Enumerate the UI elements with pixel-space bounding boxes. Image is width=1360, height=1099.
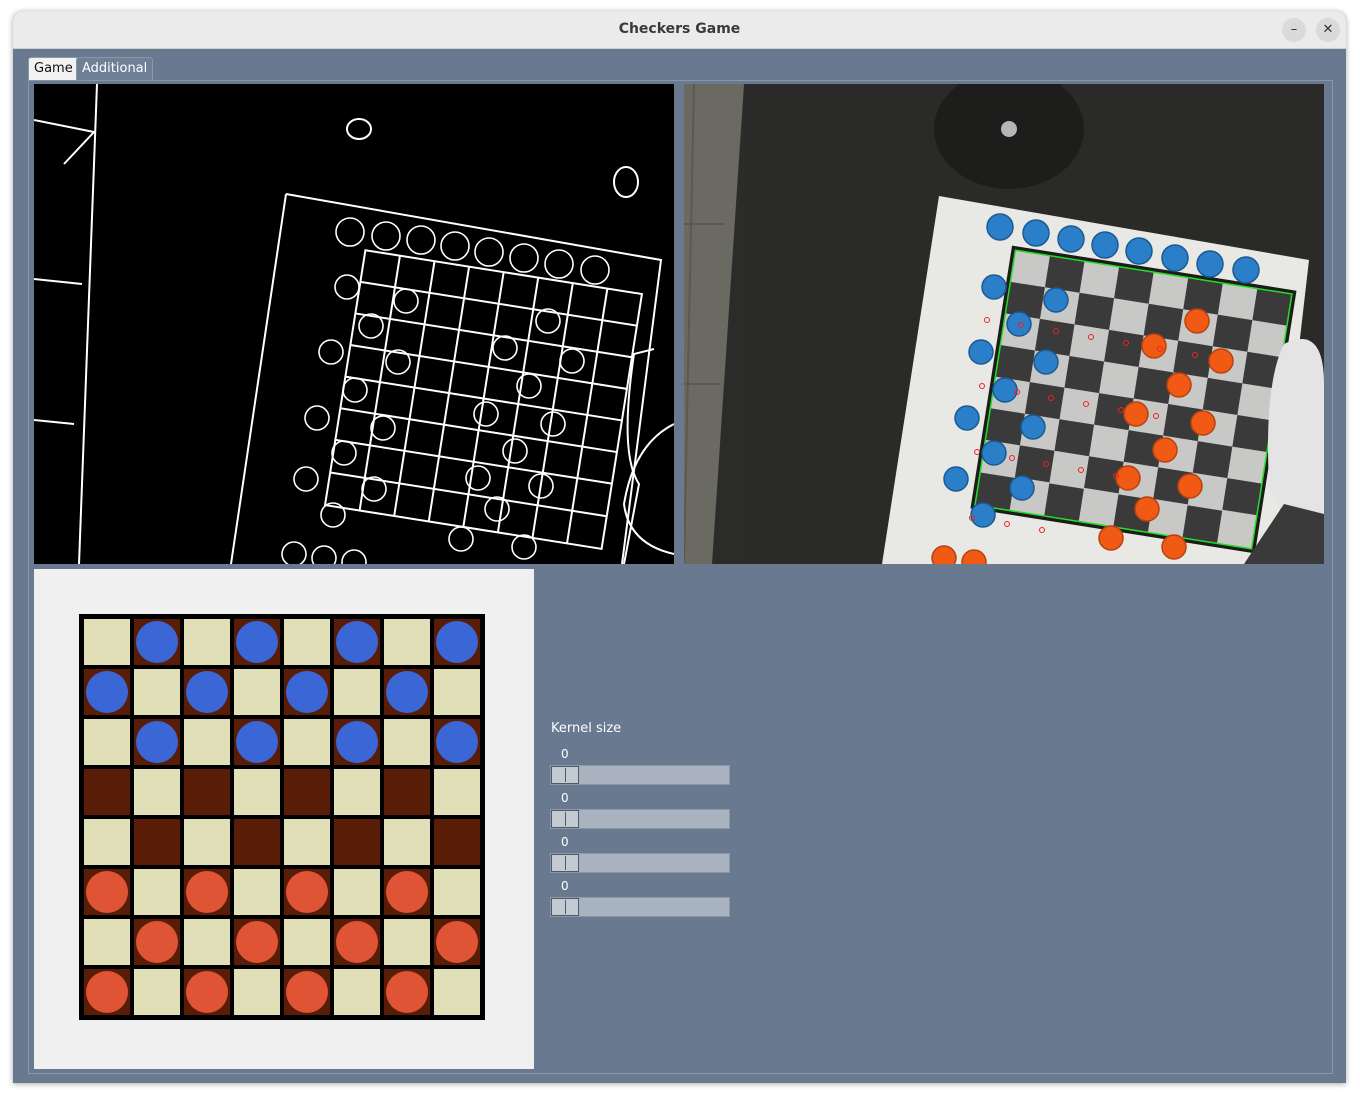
light-square[interactable] bbox=[234, 669, 280, 715]
light-square[interactable] bbox=[84, 819, 130, 865]
blue-piece[interactable] bbox=[436, 721, 478, 763]
light-square[interactable] bbox=[84, 719, 130, 765]
app-window: Checkers Game – ✕ Game Additional views bbox=[13, 11, 1346, 1083]
red-piece[interactable] bbox=[136, 921, 178, 963]
light-square[interactable] bbox=[384, 719, 430, 765]
red-piece[interactable] bbox=[386, 971, 428, 1013]
red-piece[interactable] bbox=[86, 971, 128, 1013]
light-square[interactable] bbox=[184, 619, 230, 665]
light-square[interactable] bbox=[134, 669, 180, 715]
slider-handle[interactable] bbox=[551, 854, 579, 872]
camera-detection-image bbox=[684, 84, 1324, 564]
blue-piece[interactable] bbox=[386, 671, 428, 713]
minimize-button[interactable]: – bbox=[1282, 18, 1306, 42]
kernel-size-label: Kernel size bbox=[551, 721, 622, 736]
close-icon: ✕ bbox=[1322, 22, 1334, 37]
kernel-slider-4[interactable] bbox=[550, 897, 730, 917]
dark-square[interactable] bbox=[134, 819, 180, 865]
light-square[interactable] bbox=[284, 919, 330, 965]
blue-piece[interactable] bbox=[136, 721, 178, 763]
camera-detection-view bbox=[684, 84, 1324, 564]
light-square[interactable] bbox=[134, 969, 180, 1015]
edge-detection-image bbox=[34, 84, 674, 564]
blue-piece[interactable] bbox=[436, 621, 478, 663]
dark-square[interactable] bbox=[434, 819, 480, 865]
slider-value: 0 bbox=[561, 879, 569, 893]
dark-square[interactable] bbox=[284, 769, 330, 815]
kernel-slider-3[interactable] bbox=[550, 853, 730, 873]
light-square[interactable] bbox=[434, 769, 480, 815]
kernel-slider-2[interactable] bbox=[550, 809, 730, 829]
light-square[interactable] bbox=[434, 669, 480, 715]
red-piece[interactable] bbox=[236, 921, 278, 963]
light-square[interactable] bbox=[234, 869, 280, 915]
slider-handle[interactable] bbox=[551, 898, 579, 916]
light-square[interactable] bbox=[334, 769, 380, 815]
slider-handle[interactable] bbox=[551, 810, 579, 828]
light-square[interactable] bbox=[284, 819, 330, 865]
kernel-slider-1[interactable] bbox=[550, 765, 730, 785]
red-piece[interactable] bbox=[386, 871, 428, 913]
board-panel bbox=[34, 569, 534, 1069]
checkers-board[interactable] bbox=[34, 569, 534, 1069]
slider-value: 0 bbox=[561, 835, 569, 849]
light-square[interactable] bbox=[334, 969, 380, 1015]
dark-square[interactable] bbox=[234, 819, 280, 865]
blue-piece[interactable] bbox=[336, 621, 378, 663]
light-square[interactable] bbox=[334, 669, 380, 715]
light-square[interactable] bbox=[184, 819, 230, 865]
minimize-icon: – bbox=[1290, 22, 1298, 37]
light-square[interactable] bbox=[184, 719, 230, 765]
red-piece[interactable] bbox=[336, 921, 378, 963]
close-button[interactable]: ✕ bbox=[1316, 18, 1340, 42]
dark-square[interactable] bbox=[334, 819, 380, 865]
blue-piece[interactable] bbox=[286, 671, 328, 713]
tab-additional-views[interactable]: Additional views bbox=[76, 57, 154, 97]
light-square[interactable] bbox=[84, 619, 130, 665]
blue-piece[interactable] bbox=[336, 721, 378, 763]
dark-square[interactable] bbox=[84, 769, 130, 815]
light-square[interactable] bbox=[334, 869, 380, 915]
blue-piece[interactable] bbox=[86, 671, 128, 713]
light-square[interactable] bbox=[184, 919, 230, 965]
light-square[interactable] bbox=[384, 619, 430, 665]
red-piece[interactable] bbox=[286, 971, 328, 1013]
red-piece[interactable] bbox=[186, 871, 228, 913]
light-square[interactable] bbox=[434, 869, 480, 915]
light-square[interactable] bbox=[134, 869, 180, 915]
slider-value: 0 bbox=[561, 747, 569, 761]
light-square[interactable] bbox=[384, 919, 430, 965]
light-square[interactable] bbox=[284, 619, 330, 665]
light-square[interactable] bbox=[134, 769, 180, 815]
light-square[interactable] bbox=[84, 919, 130, 965]
red-piece[interactable] bbox=[86, 871, 128, 913]
blue-piece[interactable] bbox=[186, 671, 228, 713]
tab-game[interactable]: Game bbox=[28, 57, 79, 81]
red-piece[interactable] bbox=[436, 921, 478, 963]
window-title: Checkers Game bbox=[618, 21, 741, 37]
title-bar[interactable]: Checkers Game – ✕ bbox=[13, 11, 1346, 49]
blue-piece[interactable] bbox=[136, 621, 178, 663]
blue-piece[interactable] bbox=[236, 721, 278, 763]
light-square[interactable] bbox=[234, 969, 280, 1015]
slider-value: 0 bbox=[561, 791, 569, 805]
slider-handle[interactable] bbox=[551, 766, 579, 784]
edge-detection-view bbox=[34, 84, 674, 564]
light-square[interactable] bbox=[384, 819, 430, 865]
light-square[interactable] bbox=[434, 969, 480, 1015]
red-piece[interactable] bbox=[286, 871, 328, 913]
blue-piece[interactable] bbox=[236, 621, 278, 663]
red-piece[interactable] bbox=[186, 971, 228, 1013]
dark-square[interactable] bbox=[184, 769, 230, 815]
light-square[interactable] bbox=[234, 769, 280, 815]
dark-square[interactable] bbox=[384, 769, 430, 815]
light-square[interactable] bbox=[284, 719, 330, 765]
